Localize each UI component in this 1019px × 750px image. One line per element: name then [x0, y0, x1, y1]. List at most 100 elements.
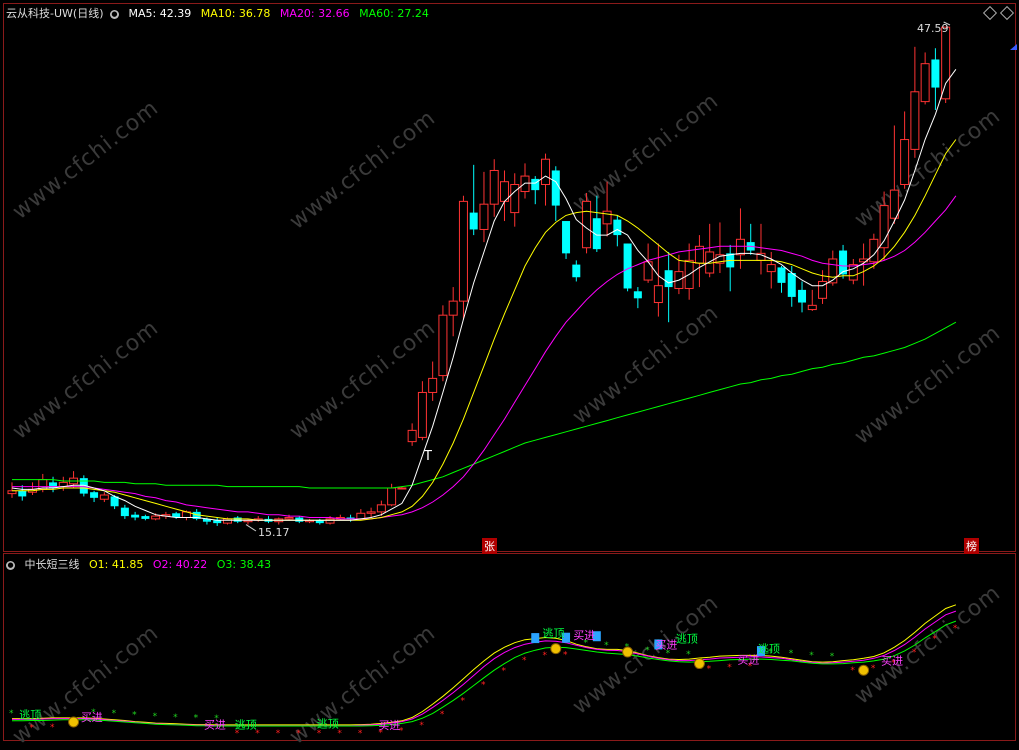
candle — [366, 511, 376, 514]
o3-label: O3: 38.43 — [216, 558, 272, 571]
candle — [643, 261, 653, 281]
signal-label: 逃顶 — [676, 633, 698, 646]
candle — [295, 517, 304, 522]
signal-star: * — [830, 652, 835, 662]
coin-icon — [68, 716, 80, 728]
stock-title: 云从科技-UW(日线) — [6, 7, 104, 20]
candle — [448, 300, 458, 316]
candle — [920, 63, 930, 103]
candle — [633, 291, 642, 299]
high-price-label: 47.59 — [917, 22, 949, 35]
candle — [910, 91, 920, 150]
candle — [931, 59, 940, 88]
signal-star: * — [30, 723, 35, 733]
ma10-label: MA10: 36.78 — [200, 7, 271, 20]
candle — [520, 175, 530, 193]
indicator-line-o2 — [12, 610, 957, 727]
low-pointer — [245, 524, 257, 532]
candle — [407, 429, 417, 443]
candle — [541, 158, 551, 186]
candle — [889, 189, 899, 219]
zhang-badge[interactable]: 张 — [482, 538, 497, 554]
candle — [90, 492, 99, 498]
coin-icon — [550, 643, 562, 655]
signal-star: * — [440, 710, 445, 720]
signal-star: * — [481, 681, 486, 691]
main-header: 云从科技-UW(日线) ● MA5: 42.39 MA10: 36.78 MA2… — [6, 5, 435, 21]
ma60-label: MA60: 27.24 — [359, 7, 429, 20]
signal-star: * — [953, 624, 958, 634]
signal-label: 买进 — [378, 719, 400, 732]
candle — [941, 26, 951, 100]
candle — [623, 243, 632, 289]
candle — [397, 487, 407, 490]
signal-star: * — [317, 729, 322, 739]
signal-star: * — [194, 714, 199, 724]
signal-star: * — [276, 729, 281, 739]
candle — [613, 219, 622, 236]
signal-star: * — [912, 648, 917, 658]
candle — [120, 507, 129, 517]
signal-label: 买进 — [737, 654, 759, 667]
signal-label: 逃顶 — [235, 718, 257, 731]
indicator-bar — [531, 633, 540, 644]
signal-star: * — [112, 709, 117, 719]
candle — [664, 270, 673, 288]
signal-star: * — [522, 656, 527, 666]
signal-star: * — [563, 651, 568, 661]
ma5-label: MA5: 42.39 — [128, 7, 192, 20]
ma20-line — [12, 195, 957, 520]
ma20-label: MA20: 32.66 — [279, 7, 350, 20]
ma5-line — [11, 69, 957, 521]
signal-label: 买进 — [204, 718, 226, 731]
candle — [828, 258, 838, 284]
candle — [572, 264, 581, 278]
signal-star: * — [460, 696, 465, 706]
signal-star: * — [50, 723, 55, 733]
signal-star: * — [296, 729, 301, 739]
candle — [735, 238, 745, 256]
signal-star: * — [9, 709, 14, 719]
settings-circle-icon[interactable]: ● — [109, 10, 119, 19]
candle — [18, 490, 27, 497]
candle — [798, 289, 807, 303]
candle — [284, 516, 294, 520]
candle — [428, 377, 438, 393]
signal-star: * — [173, 713, 178, 723]
signal-label: 逃顶 — [19, 709, 41, 722]
low-price-label: 15.17 — [258, 526, 290, 539]
signal-star: * — [337, 729, 342, 739]
signal-star: * — [419, 721, 424, 731]
bang-badge[interactable]: 榜 — [964, 538, 979, 554]
ma60-line — [12, 321, 957, 489]
o2-label: O2: 40.22 — [152, 558, 208, 571]
candle — [131, 514, 140, 518]
coin-icon — [858, 664, 870, 676]
signal-label: 买进 — [881, 654, 903, 667]
candle — [458, 200, 468, 302]
candle — [900, 139, 910, 186]
indicator-header: ● 中长短三线 O1: 41.85 O2: 40.22 O3: 38.43 — [6, 556, 277, 572]
candle — [766, 264, 776, 273]
candle — [222, 518, 232, 524]
signal-star: * — [727, 663, 732, 673]
kline-chart[interactable]: ** * ** * * * * * ** * * * * * * * ******** ** * * * ** * ** * * *… — [0, 0, 1019, 743]
signal-star: * — [358, 729, 363, 739]
signal-label: 买进 — [655, 639, 677, 652]
candle — [807, 304, 817, 311]
signal-label: 逃顶 — [317, 718, 339, 731]
signal-star: * — [809, 651, 814, 661]
candle — [602, 210, 612, 225]
signal-star: * — [686, 650, 691, 660]
candle — [777, 267, 786, 283]
signal-star: * — [645, 646, 650, 656]
settings-circle-icon[interactable]: ● — [6, 561, 15, 570]
candle — [99, 494, 109, 500]
coin-icon — [622, 646, 634, 658]
candle — [141, 516, 150, 519]
signal-star: * — [932, 635, 937, 645]
indicator-line-o1 — [12, 604, 957, 726]
signal-label: 逃顶 — [758, 642, 780, 655]
o1-label: O1: 41.85 — [89, 558, 144, 571]
candle — [438, 314, 448, 377]
